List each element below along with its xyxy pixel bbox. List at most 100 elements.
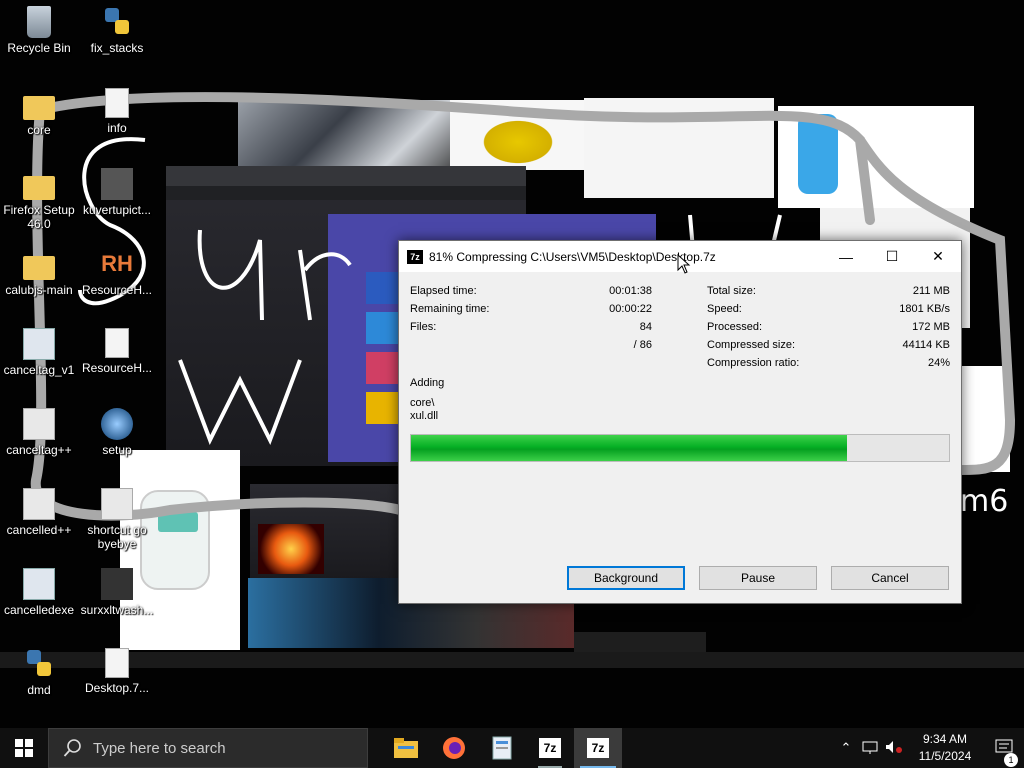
desktop-icon-firefox-setup[interactable]: Firefox Setup 46.0 [1, 168, 77, 231]
desktop-icon-label: kuvertupict... [82, 203, 152, 217]
stat-label: Files: [410, 321, 437, 333]
stat-row-compression-ratio: Compression ratio: 24% [707, 354, 950, 372]
desktop-icon-label: shortcut go byebye [87, 523, 147, 551]
7zip-icon: 7z [587, 738, 609, 758]
stat-row-elapsed: Elapsed time: 00:01:38 [410, 282, 652, 300]
desktop-icon-label: setup [102, 443, 132, 457]
cancel-button[interactable]: Cancel [831, 566, 949, 590]
wallpaper-scribble-text: m6 [960, 484, 1009, 519]
current-action: Adding [410, 377, 445, 389]
maximize-button[interactable]: ☐ [869, 241, 915, 272]
stat-label: Speed: [707, 303, 742, 315]
desktop-icon-fix-stacks[interactable]: fix_stacks [79, 6, 155, 55]
progress-stats-right: Total size: 211 MB Speed: 1801 KB/s Proces… [707, 282, 950, 372]
stat-row-speed: Speed: 1801 KB/s [707, 300, 950, 318]
stat-value: / 86 [633, 339, 652, 351]
desktop-icon-cancelledexe[interactable]: cancelledexe [1, 568, 77, 617]
desktop-icon-resourceh-2[interactable]: ResourceH... [79, 328, 155, 375]
desktop-icon-label: canceltag_v1 [3, 363, 75, 377]
stat-value: 24% [927, 357, 950, 369]
desktop-icon-label: surxxltwash... [80, 603, 154, 617]
python-file-icon [101, 6, 133, 38]
desktop-icon-label: ResourceH... [81, 283, 153, 297]
background-button[interactable]: Background [567, 566, 685, 590]
desktop-icon-label: core [27, 123, 51, 137]
windows-logo-icon [15, 739, 33, 757]
taskbar-app-file-explorer[interactable] [382, 728, 430, 768]
image-file-icon [101, 168, 133, 200]
folder-icon [23, 96, 55, 120]
current-path-dir: core\ [410, 397, 435, 409]
desktop-icon-info[interactable]: info [79, 88, 155, 135]
progress-bar [410, 434, 950, 462]
stat-label [410, 336, 530, 354]
current-path-file: xul.dll [410, 410, 439, 422]
notification-center-button[interactable]: 1 [984, 739, 1024, 767]
stat-value: 211 MB [912, 285, 950, 297]
stat-value: 172 MB [912, 321, 950, 333]
stat-value: 00:00:22 [609, 303, 652, 315]
python-file-icon [23, 648, 55, 680]
desktop-icon-canceltag-pp[interactable]: canceltag++ [1, 408, 77, 457]
desktop-icon-label: dmd [27, 683, 51, 697]
desktop-icon-setup[interactable]: setup [79, 408, 155, 457]
7zip-progress-dialog: 7z 81% Compressing C:\Users\VM5\Desktop\… [398, 240, 962, 604]
stat-label: Compressed size: [707, 339, 796, 351]
text-file-icon [105, 88, 129, 118]
stat-value: 00:01:38 [609, 285, 652, 297]
desktop-icon-kuvertupict[interactable]: kuvertupict... [79, 168, 155, 217]
taskbar-app-7zip-2[interactable]: 7z [574, 728, 622, 768]
desktop-icon-desktop-7z[interactable]: Desktop.7... [79, 648, 155, 695]
close-button[interactable]: ✕ [915, 241, 961, 272]
system-tray: ⌃ 9:34 AM 11/5/2024 1 [834, 728, 1024, 768]
document-icon [492, 736, 512, 760]
stat-value: 44114 KB [902, 339, 950, 351]
taskbar-app-document[interactable] [478, 728, 526, 768]
start-button[interactable] [0, 728, 48, 768]
desktop-icon-recycle-bin[interactable]: Recycle Bin [1, 6, 77, 55]
taskbar-clock[interactable]: 9:34 AM 11/5/2024 [906, 731, 984, 765]
desktop-icon-label: Desktop.7... [84, 681, 150, 695]
progress-stats-left: Elapsed time: 00:01:38 Remaining time: 00:… [410, 282, 652, 354]
desktop-icon-label: cancelledexe [3, 603, 75, 617]
chevron-up-icon[interactable]: ⌃ [834, 740, 858, 756]
volume-muted-icon[interactable] [882, 740, 906, 757]
minimize-button[interactable]: — [823, 241, 869, 272]
progress-bar-fill [411, 435, 847, 461]
desktop-icon-calubjs-main[interactable]: calubjs-main [1, 248, 77, 297]
stat-row-files-total: / 86 [410, 336, 652, 354]
stat-label: Elapsed time: [410, 285, 477, 297]
desktop-icon-surxxltwash[interactable]: surxxltwash... [79, 568, 155, 617]
taskbar-app-firefox[interactable] [430, 728, 478, 768]
app-window-icon [23, 328, 55, 360]
network-icon[interactable] [858, 740, 882, 757]
stat-row-total-size: Total size: 211 MB [707, 282, 950, 300]
notification-badge: 1 [1004, 752, 1018, 767]
stat-row-files: Files: 84 [410, 318, 652, 336]
7zip-icon: 7z [539, 738, 561, 758]
desktop-icon-core[interactable]: core [1, 88, 77, 137]
folder-icon [394, 738, 418, 758]
search-placeholder: Type here to search [93, 739, 226, 757]
desktop-icon-cancelled-pp[interactable]: cancelled++ [1, 488, 77, 537]
stat-value: 84 [639, 321, 652, 333]
settings-file-icon [23, 488, 55, 520]
desktop-icon-dmd[interactable]: dmd [1, 648, 77, 697]
recycle-bin-icon [27, 6, 51, 38]
desktop-icon-resourceh-1[interactable]: RH ResourceH... [79, 248, 155, 297]
taskbar-search-box[interactable]: Type here to search [48, 728, 368, 768]
desktop-icon-shortcut-go-byebye[interactable]: shortcut go byebye [79, 488, 155, 551]
pause-button[interactable]: Pause [699, 566, 817, 590]
app-window-icon [23, 568, 55, 600]
desktop-icon-label: Recycle Bin [7, 41, 71, 55]
search-icon [63, 739, 81, 757]
stat-row-compressed-size: Compressed size: 44114 KB [707, 336, 950, 354]
folder-icon [23, 176, 55, 200]
desktop-icon-canceltag-v1[interactable]: canceltag_v1 [1, 328, 77, 377]
clock-date: 11/5/2024 [918, 749, 972, 763]
taskbar-app-7zip-1[interactable]: 7z [526, 728, 574, 768]
settings-file-icon [23, 408, 55, 440]
desktop-icon-label: info [107, 121, 127, 135]
taskbar: Type here to search 7z 7z ⌃ 9:34 AM 11/5… [0, 728, 1024, 768]
dialog-title: 81% Compressing C:\Users\VM5\Desktop\Des… [429, 249, 716, 264]
